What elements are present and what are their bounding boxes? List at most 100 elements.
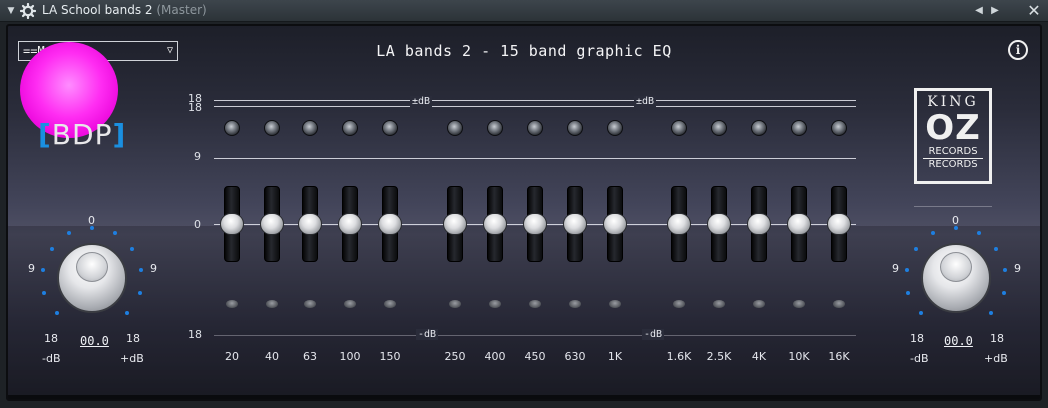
info-icon[interactable]: i (1008, 40, 1028, 60)
band-reflection-dot (489, 300, 501, 308)
band-led[interactable] (607, 120, 623, 136)
db-up-label-1: ±dB (410, 96, 433, 107)
window-title-subtitle: (Master) (156, 3, 207, 17)
band-fader-knob[interactable] (483, 213, 507, 235)
right-dial-value[interactable]: 00.0 (944, 334, 973, 348)
band-reflection-dot (266, 300, 278, 308)
left-gain-dial[interactable] (46, 232, 138, 324)
left-dial-label-min: 18 (44, 332, 58, 345)
band-led[interactable] (342, 120, 358, 136)
band-reflection-dot (304, 300, 316, 308)
scale-line-bottom (214, 335, 856, 336)
panel-shade (8, 226, 1040, 399)
band-fader-knob[interactable] (787, 213, 811, 235)
plugin-panel: ==Master== ▽ [BDP] LA bands 2 - 15 band … (6, 24, 1042, 401)
band-led[interactable] (831, 120, 847, 136)
band-fader-knob[interactable] (443, 213, 467, 235)
db-up-label-2: ±dB (634, 96, 657, 107)
band-led[interactable] (527, 120, 543, 136)
band-frequency-label: 40 (265, 350, 279, 363)
band-fader-knob[interactable] (603, 213, 627, 235)
band-led[interactable] (447, 120, 463, 136)
band-reflection-dot (609, 300, 621, 308)
left-dial-value[interactable]: 00.0 (80, 334, 109, 348)
band-reflection-dot (833, 300, 845, 308)
bdp-right-bracket-icon: ] (112, 118, 127, 151)
king-oz-records-text-2: RECORDS (923, 158, 983, 171)
band-fader-knob[interactable] (747, 213, 771, 235)
band-led[interactable] (711, 120, 727, 136)
band-frequency-label: 1.6K (666, 350, 692, 363)
right-dial-cap[interactable] (940, 252, 972, 282)
band-reflection-dot (449, 300, 461, 308)
band-led[interactable] (302, 120, 318, 136)
close-icon[interactable]: ✕ (1026, 2, 1042, 20)
scale-label-zero: 0 (194, 218, 201, 231)
window-title: LA School bands 2 (Master) (42, 3, 207, 17)
band-frequency-label: 630 (564, 350, 586, 363)
scale-line-top-a (214, 100, 856, 101)
right-dial-label-left: 9 (892, 262, 899, 275)
band-reflection-dot (673, 300, 685, 308)
band-fader-knob[interactable] (563, 213, 587, 235)
right-dial-label-right: 9 (1014, 262, 1021, 275)
band-frequency-label: 4K (751, 350, 767, 363)
window-menu-arrow-icon[interactable]: ▼ (4, 4, 18, 18)
right-dial-label-max: 18 (990, 332, 1004, 345)
band-led[interactable] (671, 120, 687, 136)
band-frequency-label: 63 (303, 350, 317, 363)
band-led[interactable] (791, 120, 807, 136)
band-frequency-label: 2.5K (706, 350, 732, 363)
gear-icon[interactable] (20, 3, 36, 19)
band-fader-knob[interactable] (827, 213, 851, 235)
band-fader-knob[interactable] (667, 213, 691, 235)
panel-bottom-edge (8, 395, 1040, 399)
bdp-logo: [BDP] (38, 118, 148, 152)
band-led[interactable] (567, 120, 583, 136)
band-fader-knob[interactable] (260, 213, 284, 235)
dial-tick-mark (49, 246, 54, 251)
left-dial-cap[interactable] (76, 252, 108, 282)
dial-tick-mark (913, 246, 918, 251)
band-led[interactable] (487, 120, 503, 136)
band-reflection-dot (529, 300, 541, 308)
bdp-logo-text: BDP (51, 118, 113, 151)
left-dial-minus-db: -dB (42, 352, 61, 365)
band-reflection-dot (384, 300, 396, 308)
band-frequency-label: 1K (607, 350, 623, 363)
scale-line-mid (214, 158, 856, 159)
band-frequency-label: 150 (379, 350, 401, 363)
band-fader-knob[interactable] (523, 213, 547, 235)
right-divider (914, 206, 992, 207)
band-led[interactable] (751, 120, 767, 136)
right-dial-plus-db: +dB (984, 352, 1008, 365)
right-gain-dial[interactable] (910, 232, 1002, 324)
band-frequency-label: 400 (484, 350, 506, 363)
band-fader-knob[interactable] (338, 213, 362, 235)
eq-title: LA bands 2 - 15 band graphic EQ (376, 42, 672, 60)
dial-tick-mark (904, 268, 909, 273)
scale-label-top-b: 18 (188, 101, 202, 114)
band-fader-knob[interactable] (220, 213, 244, 235)
bdp-left-bracket-icon: [ (38, 118, 52, 151)
right-dial-label-top: 0 (952, 214, 959, 227)
db-down-label-2: -dB (642, 329, 665, 340)
right-dial-label-min: 18 (910, 332, 924, 345)
band-reflection-dot (793, 300, 805, 308)
band-fader-knob[interactable] (378, 213, 402, 235)
left-dial-label-right: 9 (150, 262, 157, 275)
band-led[interactable] (382, 120, 398, 136)
band-led[interactable] (264, 120, 280, 136)
left-dial-label-top: 0 (88, 214, 95, 227)
dial-tick-mark (40, 268, 45, 273)
previous-preset-icon[interactable]: ◀ (972, 3, 986, 19)
king-oz-records-logo: KING OZ RECORDS RECORDS (914, 88, 992, 184)
left-dial-plus-db: +dB (120, 352, 144, 365)
band-led[interactable] (224, 120, 240, 136)
band-fader-knob[interactable] (298, 213, 322, 235)
band-frequency-label: 16K (828, 350, 850, 363)
next-preset-icon[interactable]: ▶ (988, 3, 1002, 19)
left-dial-label-left: 9 (28, 262, 35, 275)
band-frequency-label: 10K (788, 350, 810, 363)
band-fader-knob[interactable] (707, 213, 731, 235)
